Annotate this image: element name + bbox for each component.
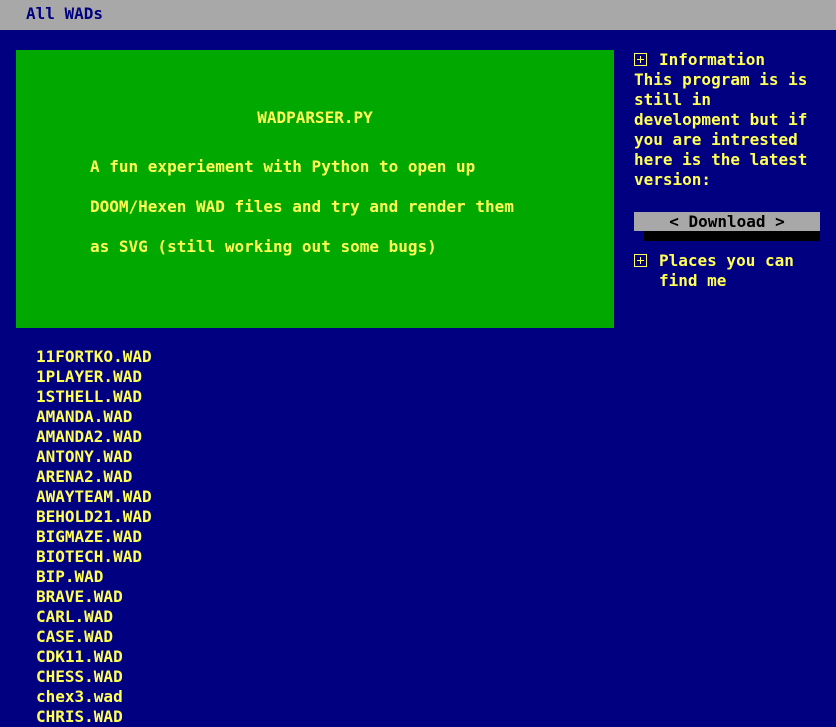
all-wads-link[interactable]: All WADs — [26, 4, 103, 24]
wad-list-item[interactable]: 1STHELL.WAD — [36, 387, 152, 407]
wad-list-item[interactable]: ARENA2.WAD — [36, 467, 152, 487]
wad-list-item[interactable]: BEHOLD21.WAD — [36, 507, 152, 527]
wad-list-item[interactable]: 1PLAYER.WAD — [36, 367, 152, 387]
wad-list-item[interactable]: CHRIS.WAD — [36, 707, 152, 727]
places-heading: Places you can find me — [659, 251, 794, 290]
wad-list-item[interactable]: CHESS.WAD — [36, 667, 152, 687]
top-nav-bar: All WADs — [0, 0, 836, 30]
information-text: This program is is still in development … — [634, 70, 808, 189]
download-button-wrap: < Download > — [634, 212, 820, 241]
wad-list-item[interactable]: CDK11.WAD — [36, 647, 152, 667]
wad-list: 11FORTKO.WAD 1PLAYER.WAD 1STHELL.WAD AMA… — [36, 347, 152, 727]
hero-description-line: A fun experiement with Python to open up — [90, 157, 476, 176]
wad-list-item[interactable]: CARL.WAD — [36, 607, 152, 627]
wad-list-item[interactable]: chex3.wad — [36, 687, 152, 707]
wad-list-item[interactable]: AMANDA2.WAD — [36, 427, 152, 447]
wad-list-item[interactable]: BRAVE.WAD — [36, 587, 152, 607]
information-heading: Information — [659, 50, 765, 69]
wad-list-item[interactable]: 11FORTKO.WAD — [36, 347, 152, 367]
wad-list-item[interactable]: ANTONY.WAD — [36, 447, 152, 467]
expand-plus-icon — [634, 53, 647, 66]
wad-list-item[interactable]: BIP.WAD — [36, 567, 152, 587]
places-section-toggle[interactable]: Places you can find me — [634, 251, 824, 291]
information-section-toggle[interactable]: Information — [634, 50, 824, 70]
wad-list-item[interactable]: BIOTECH.WAD — [36, 547, 152, 567]
hero-description-line: as SVG (still working out some bugs) — [90, 237, 437, 256]
button-shadow — [644, 231, 820, 241]
wad-list-item[interactable]: BIGMAZE.WAD — [36, 527, 152, 547]
wad-list-item[interactable]: AMANDA.WAD — [36, 407, 152, 427]
wad-list-item[interactable]: CASE.WAD — [36, 627, 152, 647]
hero-panel: WADPARSER.PY A fun experiement with Pyth… — [16, 50, 614, 328]
hero-description-line: DOOM/Hexen WAD files and try and render … — [90, 197, 514, 216]
expand-plus-icon — [634, 254, 647, 267]
hero-title: WADPARSER.PY — [257, 108, 373, 127]
wad-list-item[interactable]: AWAYTEAM.WAD — [36, 487, 152, 507]
download-button[interactable]: < Download > — [634, 212, 820, 231]
